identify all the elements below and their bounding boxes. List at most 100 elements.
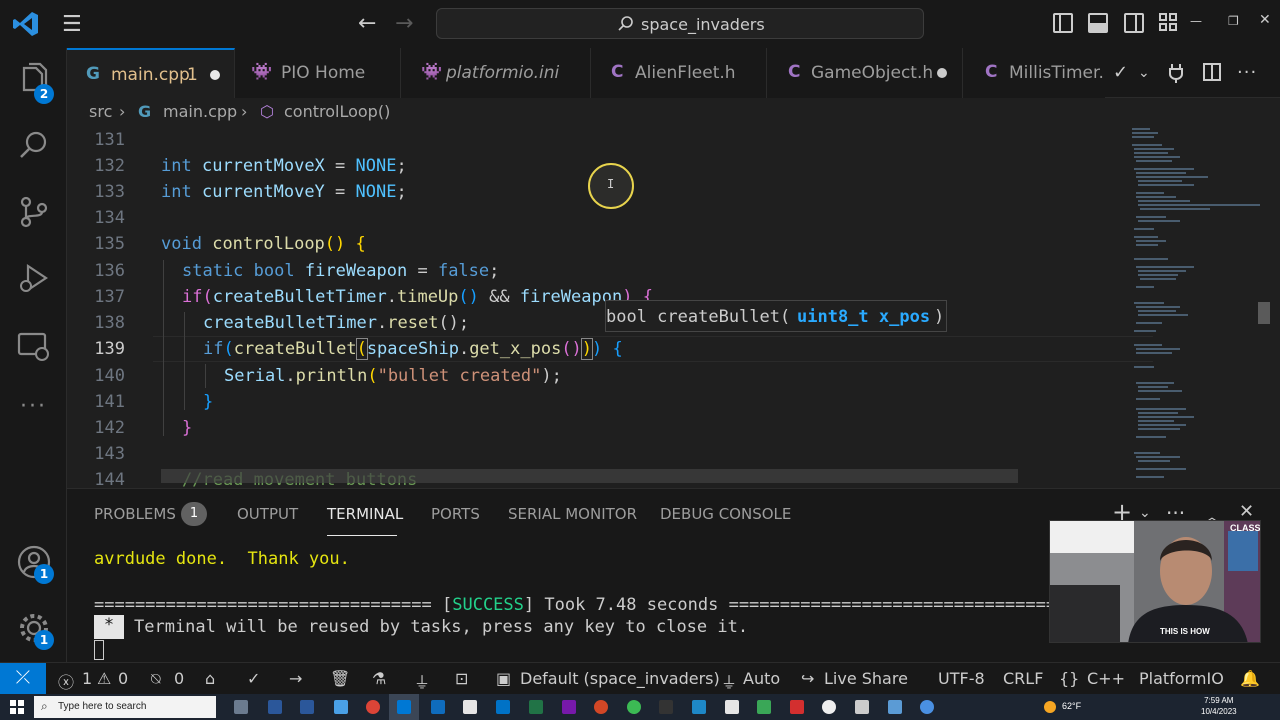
split-editor-icon[interactable] <box>1203 63 1221 81</box>
warning-count[interactable]: 0 <box>118 669 128 688</box>
outlook-icon[interactable] <box>496 700 510 714</box>
pio-clean-trash-icon[interactable]: 🗑 <box>330 669 350 688</box>
chevron-down-icon[interactable]: ⌄ <box>1138 65 1150 81</box>
app-icon[interactable] <box>855 700 869 714</box>
line-number: 142 <box>94 418 125 438</box>
app-icon[interactable] <box>268 700 282 714</box>
notifications-bell-icon[interactable]: 🔔 <box>1240 669 1260 688</box>
tab-main-cpp[interactable]: G main.cpp 1 <box>67 48 235 98</box>
tab-serial-monitor[interactable]: SERIAL MONITOR <box>508 505 637 523</box>
forward-arrow-icon[interactable]: → <box>395 11 413 36</box>
upload-port[interactable]: Auto <box>743 669 780 688</box>
code-editor[interactable]: 131 132 133 134 135 136 137 138 139 140 … <box>67 126 1280 488</box>
app-icon[interactable] <box>627 700 641 714</box>
pio-build-check-icon[interactable]: ✓ <box>247 669 260 688</box>
pdf-icon[interactable] <box>790 700 804 714</box>
tab-pio-home[interactable]: 👾 PIO Home <box>235 48 401 98</box>
pio-terminal-icon[interactable]: ⊡ <box>455 669 468 688</box>
tab-gameobject-h[interactable]: C GameObject.h <box>767 48 963 98</box>
app-icon[interactable] <box>757 700 771 714</box>
tab-ports[interactable]: PORTS <box>431 505 480 523</box>
more-icon[interactable]: ··· <box>20 394 47 419</box>
back-arrow-icon[interactable]: ← <box>358 11 376 36</box>
app-icon[interactable] <box>725 700 739 714</box>
ports-count[interactable]: 0 <box>174 669 184 688</box>
weather-sun-icon[interactable] <box>1044 701 1056 713</box>
toggle-secondary-sidebar-icon[interactable] <box>1124 13 1144 33</box>
tab-debug-console[interactable]: DEBUG CONSOLE <box>660 505 791 523</box>
check-icon[interactable]: ✓ <box>1113 62 1128 83</box>
toggle-primary-sidebar-icon[interactable] <box>1053 13 1073 33</box>
tab-output[interactable]: OUTPUT <box>237 505 298 523</box>
onenote-icon[interactable] <box>562 700 576 714</box>
source-control-icon[interactable] <box>16 194 52 230</box>
taskbar-search-box[interactable]: ⌕ Type here to search <box>34 696 216 718</box>
app-icon[interactable] <box>463 700 477 714</box>
app-icon[interactable] <box>888 700 902 714</box>
platformio-label[interactable]: PlatformIO <box>1139 669 1224 688</box>
weather-temperature[interactable]: 62°F <box>1062 701 1081 711</box>
warning-icon[interactable]: ⚠ <box>97 669 111 688</box>
plug-icon[interactable] <box>1167 62 1185 84</box>
app-icon[interactable] <box>822 700 836 714</box>
close-panel-icon[interactable]: ✕ <box>1239 501 1254 522</box>
tab-problems[interactable]: PROBLEMS <box>94 505 176 523</box>
horizontal-scrollbar[interactable] <box>161 469 1018 483</box>
tab-platformio-ini[interactable]: 👾 platformio.ini <box>401 48 591 98</box>
plug-icon[interactable]: ⏚ <box>721 669 737 693</box>
live-share-icon[interactable]: ↪ <box>801 669 814 688</box>
end-of-line[interactable]: CRLF <box>1003 669 1043 688</box>
taskbar-clock[interactable]: 7:59 AM 10/4/2023 <box>1201 695 1237 717</box>
menu-icon[interactable]: ☰ <box>62 12 82 37</box>
remote-indicator-icon[interactable]: ⤫ <box>0 663 46 695</box>
search-icon[interactable] <box>16 128 52 164</box>
more-actions-icon[interactable]: ··· <box>1237 62 1257 83</box>
unsaved-dot-icon[interactable] <box>210 70 220 80</box>
pio-test-flask-icon[interactable]: ⚗ <box>372 669 386 688</box>
error-icon[interactable]: ⓧ <box>58 669 74 693</box>
vscode-logo-icon[interactable] <box>12 10 40 38</box>
ports-icon[interactable]: ⍉ <box>151 669 161 689</box>
chevron-down-icon[interactable]: ⌄ <box>1139 505 1151 521</box>
toggle-panel-icon[interactable] <box>1088 13 1108 33</box>
app-icon[interactable] <box>431 700 445 714</box>
remote-explorer-icon[interactable] <box>16 328 52 364</box>
windows-start-icon[interactable] <box>10 700 24 714</box>
pio-home-icon[interactable]: ⌂ <box>205 669 215 688</box>
live-share-label[interactable]: Live Share <box>824 669 908 688</box>
env-switcher[interactable]: Default (space_invaders) <box>520 669 720 688</box>
minimap[interactable] <box>1130 126 1270 488</box>
encoding[interactable]: UTF-8 <box>938 669 985 688</box>
run-debug-icon[interactable] <box>16 260 52 296</box>
minimize-icon[interactable]: — <box>1190 14 1202 28</box>
app-icon[interactable] <box>334 700 348 714</box>
breadcrumb-file[interactable]: main.cpp <box>163 102 237 121</box>
pio-serial-plug-icon[interactable]: ⏚ <box>414 669 430 693</box>
error-count[interactable]: 1 <box>82 669 92 688</box>
app-icon[interactable] <box>659 700 673 714</box>
excel-icon[interactable] <box>529 700 543 714</box>
breadcrumb-folder[interactable]: src <box>89 102 112 121</box>
tab-millistimer-h[interactable]: C MillisTimer.h <box>963 48 1105 98</box>
signature-help-tooltip: bool createBullet( uint8_t x_pos ) <box>605 300 947 332</box>
folder-env-icon[interactable]: ▣ <box>496 669 511 688</box>
task-view-icon[interactable] <box>234 700 248 714</box>
app-icon[interactable] <box>692 700 706 714</box>
chrome-icon[interactable] <box>366 700 380 714</box>
tab-alienfleet-h[interactable]: C AlienFleet.h <box>591 48 767 98</box>
powerpoint-icon[interactable] <box>594 700 608 714</box>
maximize-icon[interactable]: ❐ <box>1228 14 1239 28</box>
language-mode[interactable]: C++ <box>1087 669 1125 688</box>
pio-upload-arrow-icon[interactable]: → <box>289 669 302 688</box>
c-header-icon: C <box>985 62 998 82</box>
tab-terminal[interactable]: TERMINAL <box>327 505 403 523</box>
command-center-search[interactable]: space_invaders <box>436 8 924 39</box>
braces-icon[interactable]: {} <box>1059 669 1079 688</box>
breadcrumb-symbol[interactable]: controlLoop() <box>284 102 390 121</box>
app-icon[interactable] <box>920 700 934 714</box>
close-window-icon[interactable]: ✕ <box>1259 12 1271 28</box>
unsaved-dot-icon[interactable] <box>937 68 947 78</box>
customize-layout-icon[interactable] <box>1159 13 1179 33</box>
vscode-taskbar-icon[interactable] <box>397 700 411 714</box>
word-icon[interactable] <box>300 700 314 714</box>
